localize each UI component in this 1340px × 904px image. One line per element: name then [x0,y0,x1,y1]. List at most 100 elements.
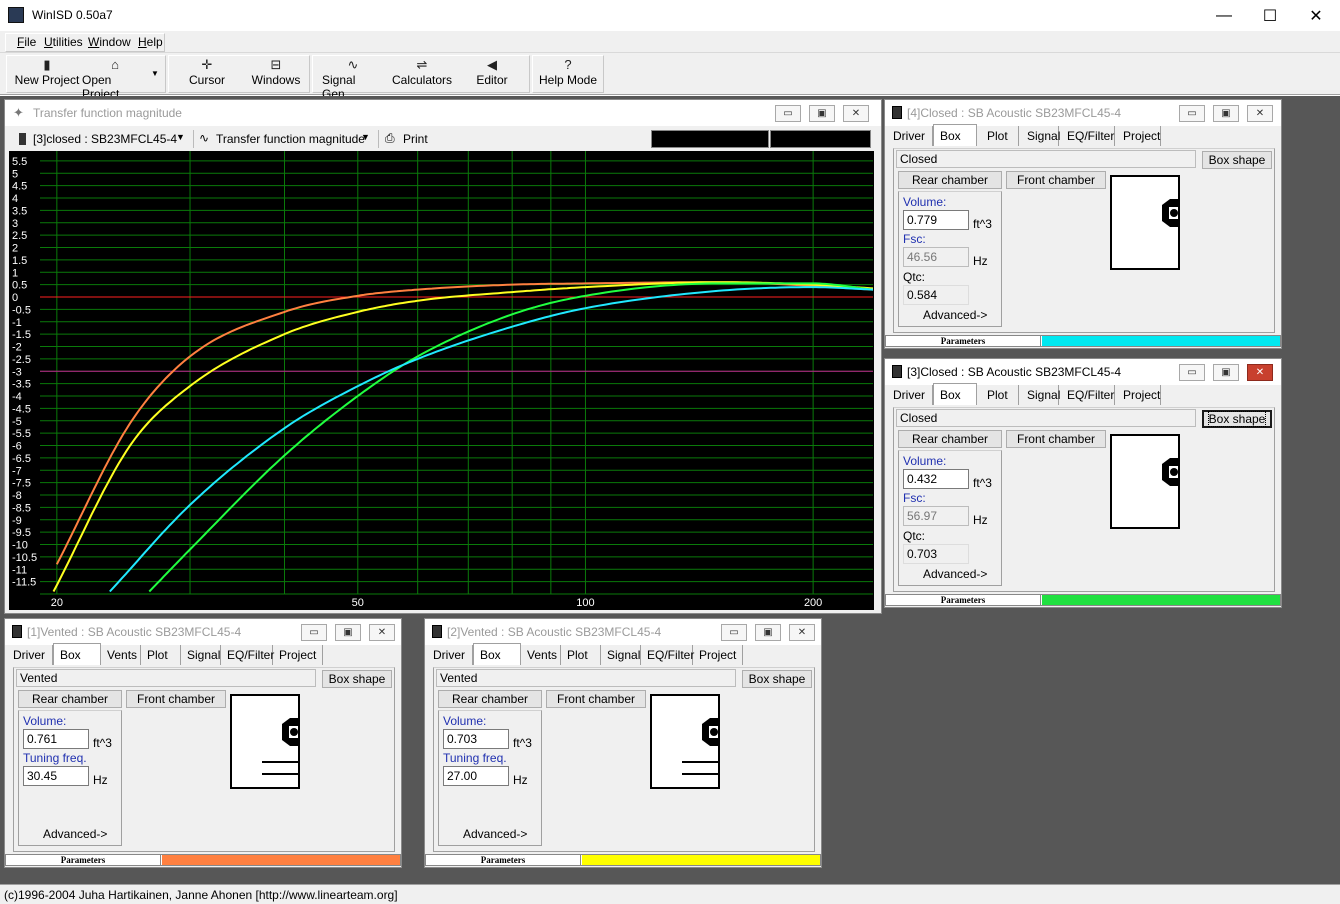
tab-eq-filter[interactable]: EQ/Filter [223,645,274,665]
box-shape-button[interactable]: Box shape [1202,410,1272,428]
y-tick-label: 1 [12,267,18,279]
menu-window[interactable]: Window [88,35,131,49]
tab-box[interactable]: Box [933,124,977,146]
parameters-bar: Parameters [885,594,1281,606]
advanced-button[interactable]: Advanced-> [923,308,987,322]
project-select-dropdown-icon[interactable]: ▼ [176,132,185,142]
tab-plot[interactable]: Plot [563,645,601,665]
y-tick-label: -10.5 [12,552,37,564]
graph-type-dropdown-icon[interactable]: ▼ [361,132,370,142]
tab-project[interactable]: Project [695,645,743,665]
tab-signal[interactable]: Signal [603,645,641,665]
tab-signal[interactable]: Signal [1021,126,1060,146]
open-project-button[interactable]: ⌂ Open Project [82,57,148,101]
window-close-button[interactable]: ✕ [1247,105,1273,122]
graph-type-select[interactable]: Transfer function magnitude [216,132,365,146]
window-minimize-button[interactable]: ▭ [1179,105,1205,122]
calculators-button[interactable]: ⇌ Calculators [390,57,454,91]
tab-driver[interactable]: Driver [433,645,473,665]
volume-input[interactable]: 0.761 [23,729,89,749]
graph-close-button[interactable]: ✕ [843,105,869,122]
tab-signal[interactable]: Signal [1021,385,1060,405]
box-shape-button[interactable]: Box shape [742,670,812,688]
cursor-button[interactable]: ✛ Cursor [176,57,238,91]
rear-chamber-button[interactable]: Rear chamber [438,690,542,708]
tab-box[interactable]: Box [53,643,101,665]
editor-button[interactable]: ◀ Editor [460,57,524,91]
new-project-button[interactable]: ▮ New Project [14,57,80,91]
window-maximize-button[interactable]: ▣ [1213,364,1239,381]
signal-gen-button[interactable]: ∿ Signal Gen. [322,57,384,101]
front-chamber-button[interactable]: Front chamber [1006,430,1106,448]
graph-minimize-button[interactable]: ▭ [775,105,801,122]
transfer-function-chart[interactable]: 5.5 5 4.5 4 3.5 3 2.5 2 1.5 1 0.5 0 -0.5 -1 -1.5 -2 -2.5… [9,151,874,610]
window-minimize-button[interactable]: ▭ [721,624,747,641]
parameters-label: Parameters [886,595,1041,605]
series-line [55,281,873,565]
box-diagram [230,694,300,789]
tab-box[interactable]: Box [933,383,977,405]
menu-file[interactable]: File [17,35,36,49]
tuning-freq-input[interactable]: 27.00 [443,766,509,786]
window-maximize-button[interactable]: ▣ [1213,105,1239,122]
volume-input[interactable]: 0.703 [443,729,509,749]
tab-driver[interactable]: Driver [893,126,933,146]
tab-plot[interactable]: Plot [979,385,1019,405]
box-type-field[interactable]: Closed [896,150,1196,168]
box-shape-button[interactable]: Box shape [1202,151,1272,169]
box-type-field[interactable]: Vented [16,669,316,687]
volume-input[interactable]: 0.779 [903,210,969,230]
window-close-button[interactable]: ✕ [789,624,815,641]
tab-project[interactable]: Project [275,645,323,665]
front-chamber-button[interactable]: Front chamber [546,690,646,708]
tab-eq-filter[interactable]: EQ/Filter [643,645,694,665]
close-button[interactable]: ✕ [1293,0,1339,31]
advanced-button[interactable]: Advanced-> [43,827,107,841]
advanced-button[interactable]: Advanced-> [923,567,987,581]
tab-project[interactable]: Project [1117,385,1161,405]
box-type-field[interactable]: Vented [436,669,736,687]
box-shape-label: Box shape [1207,411,1267,427]
window-close-button[interactable]: ✕ [369,624,395,641]
tab-plot[interactable]: Plot [143,645,181,665]
tab-project[interactable]: Project [1117,126,1161,146]
windows-button[interactable]: ⊟ Windows [244,57,308,91]
print-button[interactable]: Print [403,132,428,146]
window-minimize-button[interactable]: ▭ [301,624,327,641]
front-chamber-button[interactable]: Front chamber [126,690,226,708]
window-maximize-button[interactable]: ▣ [335,624,361,641]
tab-eq-filter[interactable]: EQ/Filter [1061,385,1115,405]
window-close-button[interactable]: ✕ [1247,364,1273,381]
box-type-field[interactable]: Closed [896,409,1196,427]
chart-svg: 5.554.543.532.521.510.50-0.5-1-1.5-2-2.5… [12,151,873,609]
menu-utilities[interactable]: Utilities [44,35,83,49]
series-color-swatch [1042,595,1280,605]
front-chamber-button[interactable]: Front chamber [1006,171,1106,189]
maximize-button[interactable]: ☐ [1247,0,1293,31]
tab-vents[interactable]: Vents [103,645,141,665]
tab-driver[interactable]: Driver [13,645,53,665]
tab-eq-filter[interactable]: EQ/Filter [1061,126,1115,146]
series-color-swatch [1042,336,1280,346]
tab-signal[interactable]: Signal [183,645,221,665]
advanced-button[interactable]: Advanced-> [463,827,527,841]
open-project-dropdown-icon[interactable]: ▼ [151,69,159,78]
y-tick-label: -9 [12,515,22,527]
tab-plot[interactable]: Plot [979,126,1019,146]
minimize-button[interactable]: — [1201,0,1247,31]
help-mode-button[interactable]: ? Help Mode [536,57,600,91]
rear-chamber-button[interactable]: Rear chamber [898,430,1002,448]
rear-chamber-button[interactable]: Rear chamber [898,171,1002,189]
box-shape-button[interactable]: Box shape [322,670,392,688]
window-maximize-button[interactable]: ▣ [755,624,781,641]
tab-box[interactable]: Box [473,643,521,665]
window-minimize-button[interactable]: ▭ [1179,364,1205,381]
tuning-freq-input[interactable]: 30.45 [23,766,89,786]
rear-chamber-button[interactable]: Rear chamber [18,690,122,708]
graph-maximize-button[interactable]: ▣ [809,105,835,122]
menu-help[interactable]: Help [138,35,163,49]
project-select[interactable]: [3]closed : SB23MFCL45-4 [33,132,177,146]
tab-driver[interactable]: Driver [893,385,933,405]
volume-input[interactable]: 0.432 [903,469,969,489]
tab-vents[interactable]: Vents [523,645,561,665]
